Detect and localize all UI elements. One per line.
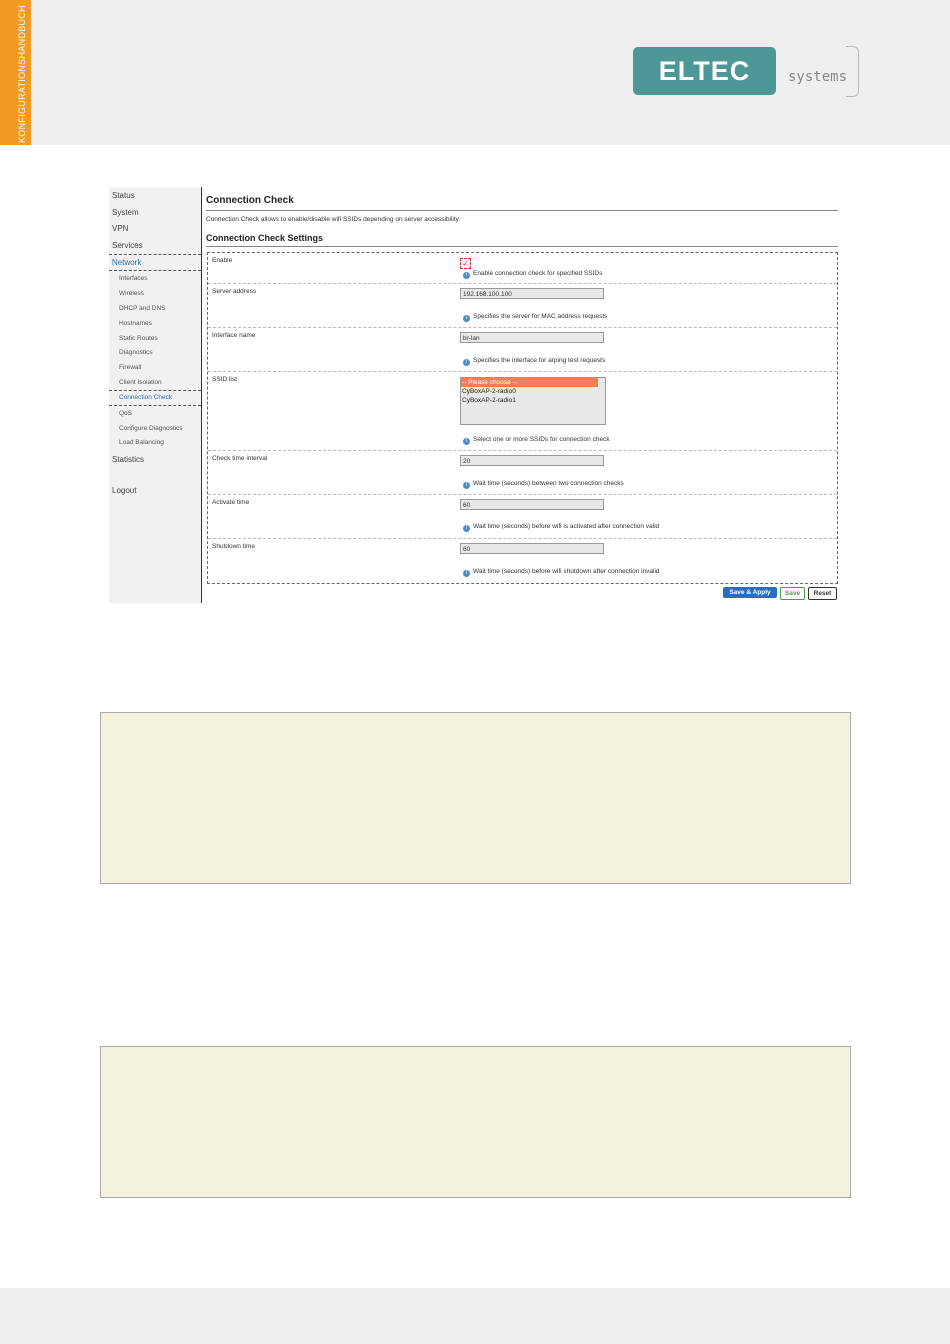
info-icon: i bbox=[463, 525, 470, 532]
side-tab-label: KONFIGURATIONSHANDBUCH bbox=[17, 5, 27, 143]
nav-divider bbox=[109, 254, 201, 255]
nav-item-qos[interactable]: QoS bbox=[119, 410, 132, 417]
eltec-logo: ELTEC bbox=[633, 47, 776, 95]
nav-item-diagnostics[interactable]: Diagnostics bbox=[119, 349, 153, 356]
nav-item-vpn[interactable]: VPN bbox=[112, 224, 128, 233]
save-button[interactable]: Save bbox=[780, 587, 805, 600]
interface-hint: i Specifies the interface for arping test… bbox=[463, 357, 605, 366]
ssid-option[interactable]: -- Please choose -- bbox=[461, 378, 598, 387]
activate-hint-text: Wait time (seconds) before wifi is activ… bbox=[473, 523, 660, 530]
row-separator bbox=[208, 371, 837, 372]
shutdown-hint: i Wait time (seconds) before wifi shutdow… bbox=[463, 568, 660, 577]
nav-item-client-isolation[interactable]: Client Isolation bbox=[119, 379, 162, 386]
enable-hint-text: Enable connection check for specified SS… bbox=[473, 270, 603, 277]
nav-item-static-routes[interactable]: Static Routes bbox=[119, 335, 158, 342]
interface-hint-text: Specifies the interface for arping test … bbox=[473, 357, 606, 364]
nav-item-logout[interactable]: Logout bbox=[112, 486, 136, 495]
note-box bbox=[100, 1046, 851, 1198]
nav-item-services[interactable]: Services bbox=[112, 241, 143, 250]
ssid-option[interactable]: CyBoxAP-2-radio0 bbox=[461, 387, 605, 396]
interval-hint: i Wait time (seconds) between two connect… bbox=[463, 480, 624, 489]
page-title: Connection Check bbox=[206, 195, 294, 206]
interface-label: Interface name bbox=[212, 332, 256, 339]
section-divider bbox=[206, 246, 838, 247]
row-separator bbox=[208, 494, 837, 495]
shutdown-label: Shutdown time bbox=[212, 543, 255, 550]
info-icon: i bbox=[463, 315, 470, 322]
logo-bracket bbox=[846, 46, 859, 97]
note-box bbox=[100, 712, 851, 884]
ssid-hint-text: Select one or more SSIDs for connection … bbox=[473, 436, 610, 443]
nav-divider bbox=[109, 270, 201, 271]
server-label: Server address bbox=[212, 288, 257, 295]
settings-form: Enable ✓ i Enable connection check for sp… bbox=[207, 252, 838, 584]
nav-divider bbox=[109, 390, 201, 391]
ssid-option[interactable]: CyBoxAP-2-radio1 bbox=[461, 396, 605, 405]
nav-item-firewall[interactable]: Firewall bbox=[119, 364, 141, 371]
nav-item-wireless[interactable]: Wireless bbox=[119, 290, 144, 297]
activate-label: Activate time bbox=[212, 499, 250, 506]
info-icon: i bbox=[463, 359, 470, 366]
enable-label: Enable bbox=[212, 257, 233, 264]
nav-divider bbox=[109, 405, 201, 406]
row-separator bbox=[208, 283, 837, 284]
nav-item-system[interactable]: System bbox=[112, 208, 139, 217]
interval-label: Check time interval bbox=[212, 455, 268, 462]
shutdown-hint-text: Wait time (seconds) before wifi shutdown… bbox=[473, 568, 660, 575]
info-icon: i bbox=[463, 482, 470, 489]
row-separator bbox=[208, 538, 837, 539]
router-ui-screenshot: Status System VPN Services Network Inter… bbox=[109, 187, 841, 603]
ssid-label: SSID list bbox=[212, 376, 237, 383]
nav-item-hostnames[interactable]: Hostnames bbox=[119, 320, 152, 327]
side-tab: KONFIGURATIONSHANDBUCH bbox=[0, 0, 31, 145]
info-icon: i bbox=[463, 272, 470, 279]
nav-item-configure-diagnostics[interactable]: Configure Diagnostics bbox=[119, 425, 183, 432]
nav-item-interfaces[interactable]: Interfaces bbox=[119, 275, 148, 282]
nav-item-statistics[interactable]: Statistics bbox=[112, 455, 144, 464]
main-content: Connection Check Connection Check allows… bbox=[202, 187, 841, 603]
sidebar-nav: Status System VPN Services Network Inter… bbox=[109, 187, 202, 603]
interval-input[interactable]: 20 bbox=[460, 455, 604, 466]
info-icon: i bbox=[463, 438, 470, 445]
ssid-hint: i Select one or more SSIDs for connection… bbox=[463, 436, 610, 445]
logo-subtitle: systems bbox=[788, 69, 848, 85]
enable-hint: i Enable connection check for specified S… bbox=[463, 270, 602, 279]
server-address-input[interactable]: 192.168.100.100 bbox=[460, 288, 604, 299]
page-description: Connection Check allows to enable/disabl… bbox=[206, 216, 459, 223]
reset-button[interactable]: Reset bbox=[808, 587, 837, 600]
server-hint: i Specifies the server for MAC address re… bbox=[463, 313, 607, 322]
page-header: KONFIGURATIONSHANDBUCH ELTEC systems bbox=[0, 0, 950, 145]
shutdown-time-input[interactable]: 60 bbox=[460, 543, 604, 554]
info-icon: i bbox=[463, 570, 470, 577]
nav-item-load-balancing[interactable]: Load Balancing bbox=[119, 439, 164, 446]
title-divider bbox=[206, 210, 838, 211]
row-separator bbox=[208, 327, 837, 328]
section-title: Connection Check Settings bbox=[206, 233, 324, 243]
nav-item-dhcp-dns[interactable]: DHCP and DNS bbox=[119, 305, 165, 312]
nav-item-status[interactable]: Status bbox=[112, 191, 135, 200]
nav-item-network[interactable]: Network bbox=[112, 258, 141, 267]
interface-name-input[interactable]: br-lan bbox=[460, 332, 604, 343]
activate-hint: i Wait time (seconds) before wifi is acti… bbox=[463, 523, 659, 532]
nav-item-connection-check[interactable]: Connection Check bbox=[119, 394, 172, 401]
activate-time-input[interactable]: 60 bbox=[460, 499, 604, 510]
enable-checkbox[interactable]: ✓ bbox=[460, 258, 471, 269]
interval-hint-text: Wait time (seconds) between two connecti… bbox=[473, 480, 624, 487]
save-apply-button[interactable]: Save & Apply bbox=[723, 587, 777, 598]
server-hint-text: Specifies the server for MAC address req… bbox=[473, 313, 608, 320]
ssid-listbox[interactable]: -- Please choose -- CyBoxAP-2-radio0 CyB… bbox=[460, 377, 606, 425]
row-separator bbox=[208, 450, 837, 451]
page-footer bbox=[0, 1288, 950, 1344]
